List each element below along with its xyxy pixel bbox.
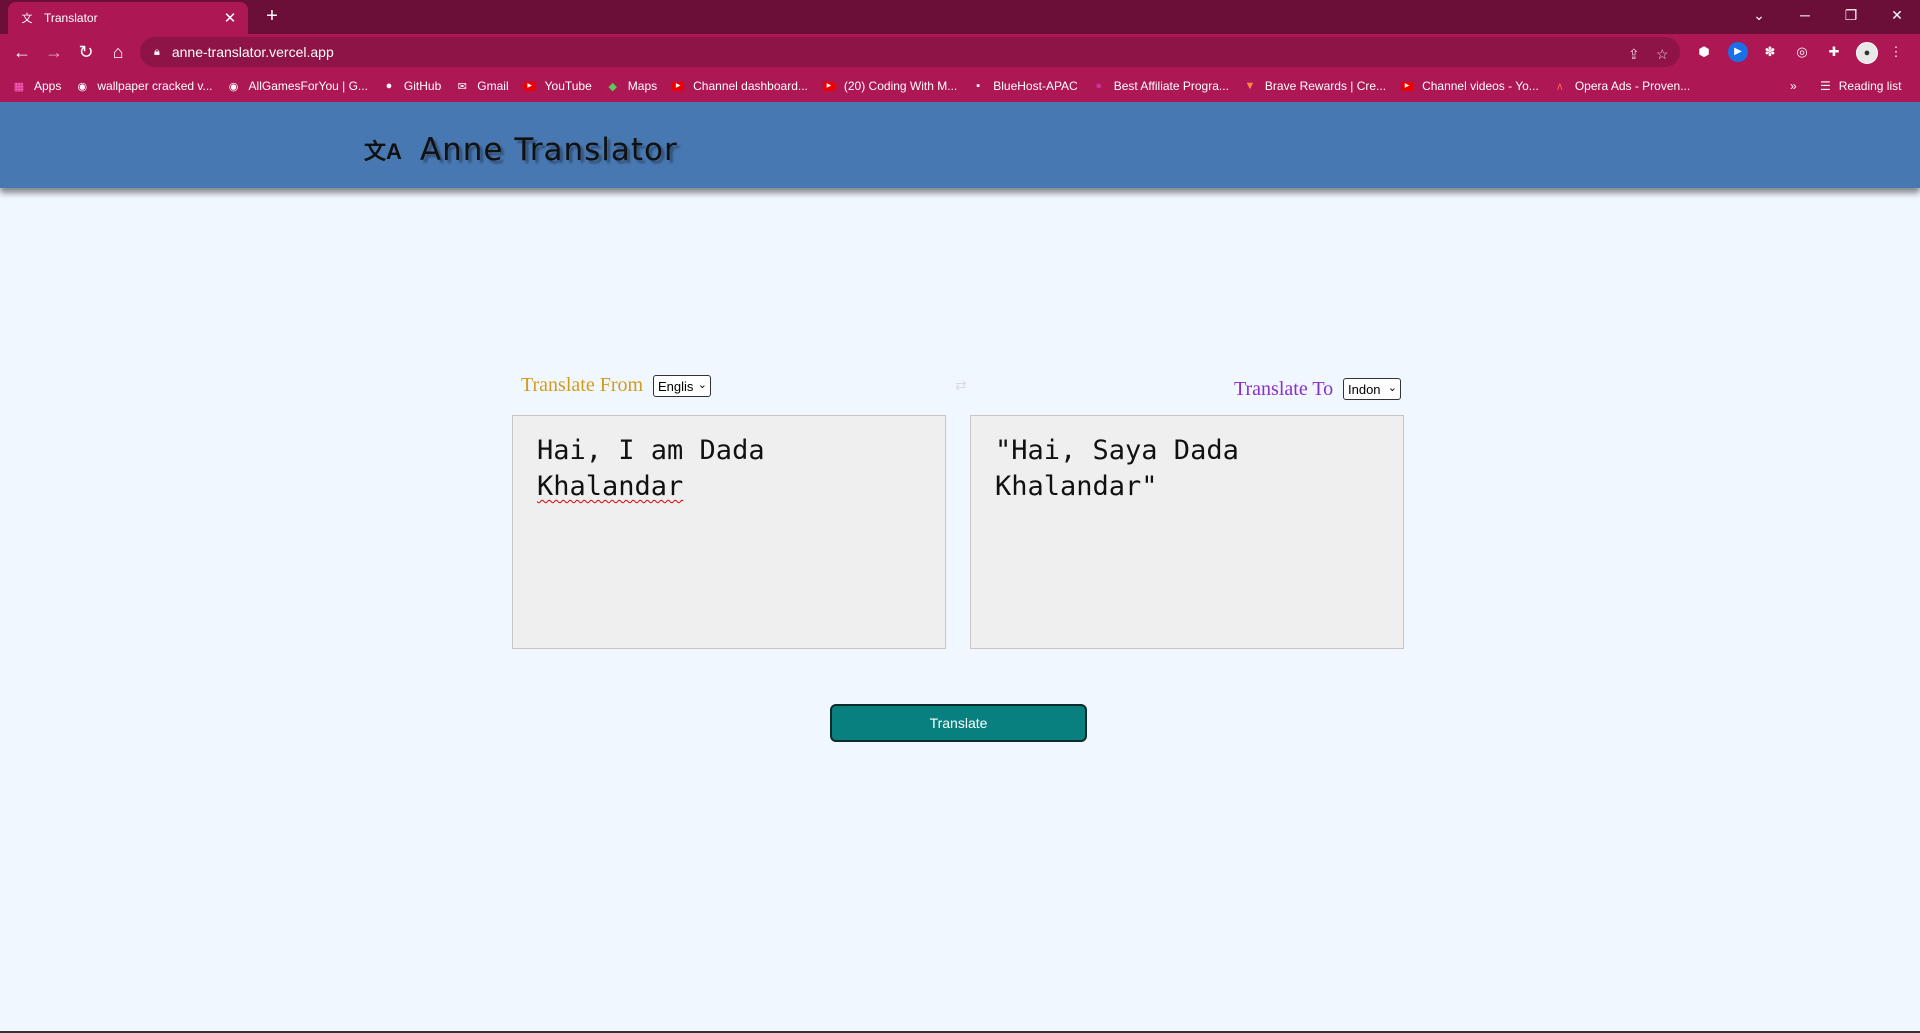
translated-text-output[interactable]: "Hai, Saya Dada Khalandar" xyxy=(970,415,1404,649)
address-bar[interactable]: 🔒︎ anne-translator.vercel.app ⇪ ☆ xyxy=(140,37,1680,67)
globe-icon: ◉ xyxy=(228,80,239,93)
chevron-down-icon: ⌄ xyxy=(1387,382,1397,394)
bookmarks-bar: ▦ Apps ◉ wallpaper cracked v... ◉ AllGamesF… xyxy=(0,70,1920,102)
url-text: anne-translator.vercel.app xyxy=(171,44,334,60)
forward-button[interactable]: → xyxy=(42,40,66,64)
bookmarks-overflow-button[interactable]: » xyxy=(1790,70,1797,102)
bookmark-item[interactable]: ▼ Brave Rewards | Cre... xyxy=(1243,79,1386,93)
back-button[interactable]: ← xyxy=(10,40,34,64)
bookmark-apps[interactable]: ▦ Apps xyxy=(12,79,62,93)
swap-languages-icon[interactable]: ⇄ xyxy=(955,377,967,394)
tab-strip: 文 Translator ✕ + ⌄ ─ ❐ ✕ xyxy=(0,0,1920,34)
tab-search-icon[interactable]: ⌄ xyxy=(1736,0,1782,30)
tab-title: Translator xyxy=(44,11,98,25)
home-button[interactable]: ⌂ xyxy=(106,40,130,64)
translate-from-label: Translate From xyxy=(521,374,644,396)
bookmark-item[interactable]: ∧ Opera Ads - Proven... xyxy=(1553,79,1690,93)
menu-kebab-icon[interactable]: ⋮ xyxy=(1886,42,1906,62)
translate-button[interactable]: Translate xyxy=(830,704,1087,742)
translated-text: "Hai, Saya Dada Khalandar" xyxy=(995,435,1239,502)
from-language-select[interactable]: Englis ⌄ xyxy=(653,375,711,397)
bookmark-item[interactable]: ✉ Gmail xyxy=(455,79,509,93)
extension-blue-icon[interactable]: ▶ xyxy=(1728,42,1748,62)
youtube-icon: ▶ xyxy=(671,79,685,93)
bookmark-item[interactable]: ◉ wallpaper cracked v... xyxy=(75,79,213,93)
extensions-puzzle-icon[interactable]: ✚ xyxy=(1824,42,1844,62)
to-language-select[interactable]: Indon ⌄ xyxy=(1343,378,1401,400)
close-tab-icon[interactable]: ✕ xyxy=(222,9,238,27)
youtube-icon: ▶ xyxy=(1400,79,1414,93)
extension-gear-icon[interactable]: ✽ xyxy=(1760,42,1780,62)
brave-icon: ▼ xyxy=(1244,80,1256,92)
bookmark-item[interactable]: ▶ YouTube xyxy=(523,79,592,93)
reload-button[interactable]: ↻ xyxy=(74,40,98,64)
youtube-icon: ▶ xyxy=(822,79,836,93)
profile-avatar[interactable]: ● xyxy=(1856,42,1878,64)
bookmark-item[interactable]: ● GitHub xyxy=(382,79,442,93)
bookmark-item[interactable]: ◆ Maps xyxy=(606,79,658,93)
app-title: Anne Translator xyxy=(419,132,678,168)
restore-button[interactable]: ❐ xyxy=(1828,0,1874,30)
close-window-button[interactable]: ✕ xyxy=(1874,0,1920,30)
bookmark-item[interactable]: ▶ (20) Coding With M... xyxy=(822,79,957,93)
apps-grid-icon: ▦ xyxy=(13,80,25,93)
app-logo: 文A Anne Translator xyxy=(364,132,678,168)
translate-to-label: Translate To xyxy=(1234,378,1334,400)
app-header xyxy=(0,102,1920,188)
bookmark-item[interactable]: ◉ AllGamesForYou | G... xyxy=(227,79,368,93)
reading-list-icon: ☰ xyxy=(1820,79,1831,93)
source-text-input[interactable]: Hai, I am Dada Khalandar xyxy=(512,415,946,649)
youtube-icon: ▶ xyxy=(523,79,537,93)
browser-toolbar: ← → ↻ ⌂ 🔒︎ anne-translator.vercel.app ⇪ … xyxy=(0,34,1920,70)
bookmark-item[interactable]: ● Best Affiliate Progra... xyxy=(1092,79,1229,93)
bookmark-item[interactable]: ▶ Channel dashboard... xyxy=(671,79,808,93)
browser-tab[interactable]: 文 Translator ✕ xyxy=(8,2,248,34)
github-icon: ● xyxy=(385,80,393,92)
new-tab-button[interactable]: + xyxy=(260,5,284,29)
opera-icon: ∧ xyxy=(1555,80,1564,93)
affiliate-icon: ● xyxy=(1095,80,1103,92)
source-text-line: Khalandar xyxy=(537,471,684,502)
share-icon[interactable]: ⇪ xyxy=(1628,46,1640,63)
extension-circle-icon[interactable]: ◎ xyxy=(1792,42,1812,62)
bookmark-item[interactable]: ▶ Channel videos - Yo... xyxy=(1400,79,1539,93)
reading-list-button[interactable]: ☰ Reading list xyxy=(1820,70,1901,102)
translate-icon: 文A xyxy=(364,139,402,164)
globe-icon: ◉ xyxy=(77,80,88,93)
bluehost-icon: ▪ xyxy=(976,80,981,92)
bookmark-item[interactable]: ▪ BlueHost-APAC xyxy=(971,79,1077,93)
maps-icon: ◆ xyxy=(608,80,618,93)
lock-icon: 🔒︎ xyxy=(154,45,160,58)
bookmark-star-icon[interactable]: ☆ xyxy=(1656,46,1669,63)
translate-favicon-icon: 文 xyxy=(21,13,33,25)
source-text-line: Hai, I am Dada xyxy=(537,435,765,466)
chevron-down-icon: ⌄ xyxy=(697,379,707,391)
gmail-icon: ✉ xyxy=(457,80,467,93)
extension-cube-icon[interactable]: ⬢ xyxy=(1694,42,1714,62)
minimize-button[interactable]: ─ xyxy=(1782,0,1828,30)
